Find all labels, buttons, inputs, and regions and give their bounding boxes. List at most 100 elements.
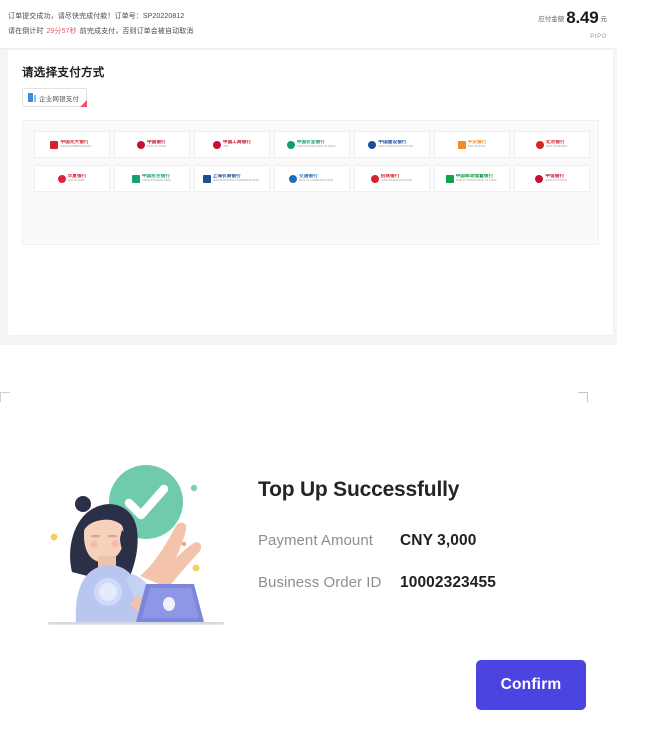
bank-option[interactable]: 中国工商银行 ICBC	[194, 131, 270, 158]
bank-name-block: 中国银行 BANK OF CHINA	[147, 140, 167, 149]
bank-name-cn: 中国邮政储蓄银行	[455, 174, 494, 179]
bank-logo-icon	[289, 174, 298, 183]
bank-option[interactable]: 中国邮政储蓄银行 POSTAL SAVINGS BANK OF CHINA	[434, 165, 510, 192]
bank-name-en: ICBC	[222, 145, 229, 149]
order-header: 订单提交成功，请尽快完成付款！订单号：SP20220812 请在倒计时 29分5…	[0, 0, 617, 49]
person-with-laptop-success-check-illustration	[36, 452, 236, 637]
bank-name-cn: 中国农业银行	[296, 140, 325, 145]
bank-name-block: 中国民生银行 CHINA MINSHENG BANK	[142, 174, 172, 183]
bank-name-block: 中信银行 CHINA CITIC BANK	[545, 174, 568, 183]
amount-line: 应付金额 8.49 元	[538, 8, 607, 28]
bank-name-block: 华夏银行 HUA XIA BANK	[68, 174, 87, 183]
bank-logo-icon	[445, 174, 454, 183]
order-number-line: 订单提交成功，请尽快完成付款！订单号：SP20220812	[8, 13, 185, 20]
countdown-line: 请在倒计时 29分57秒 前完成支付，否则订单会被自动取消	[8, 24, 193, 39]
bank-name-cn: 交通银行	[299, 174, 318, 179]
countdown-prefix: 请在倒计时	[8, 28, 46, 35]
confirm-button[interactable]: Confirm	[476, 660, 586, 710]
payment-page: 订单提交成功，请尽快完成付款！订单号：SP20220812 请在倒计时 29分5…	[0, 0, 663, 350]
business-order-id-row: Business Order ID 10002323455	[258, 574, 618, 592]
bank-name-block: 北京银行 BANK OF BEIJING	[546, 140, 568, 149]
bank-name-en: HUA XIA BANK	[67, 179, 85, 183]
crop-corner-mark-right	[578, 392, 588, 402]
bank-name-en: BANK OF CHINA	[146, 145, 167, 149]
countdown-suffix: 前完成支付，否则订单会被自动取消	[77, 28, 194, 35]
bank-option[interactable]: 中国银行 BANK OF CHINA	[114, 131, 190, 158]
bank-name-block: 招商银行 CHINA MERCHANTS BANK	[381, 174, 414, 183]
bank-grid[interactable]: 中国光大银行 CHINA EVERBRIGHT BANK 中国银行 BANK OF C…	[34, 131, 590, 192]
bank-name-cn: 中国民生银行	[141, 174, 171, 179]
bank-name-cn: 平安银行	[467, 140, 487, 145]
bank-name-cn: 中信银行	[545, 174, 565, 179]
bank-name-cn: 北京银行	[545, 140, 565, 145]
bank-name-block: 交通银行 BANK OF COMMUNICATIONS	[299, 174, 335, 183]
bank-option[interactable]: 中国民生银行 CHINA MINSHENG BANK	[114, 165, 190, 192]
bank-name-en: AGRICULTURAL BANK OF CHINA	[296, 145, 336, 149]
bank-name-cn: 上海农商银行	[212, 174, 241, 179]
payment-amount-value: CNY 3,000	[400, 532, 477, 549]
bank-name-cn: 中国光大银行	[60, 140, 89, 145]
bank-logo-icon	[535, 174, 544, 183]
bank-logo-icon	[368, 140, 377, 149]
bank-name-cn: 中国银行	[146, 140, 166, 145]
order-amount-block: 应付金额 8.49 元 PIPO	[538, 8, 607, 40]
tab-label: 企业网银支付	[39, 95, 80, 103]
bank-logo-icon	[57, 174, 66, 183]
payment-amount-label: Payment Amount	[258, 532, 373, 549]
bank-logo-icon	[202, 174, 211, 183]
bank-name-block: 中国农业银行 AGRICULTURAL BANK OF CHINA	[297, 140, 337, 149]
bank-logo-icon	[50, 140, 59, 149]
bank-card-icon	[28, 93, 36, 102]
bank-name-block: 中国光大银行 CHINA EVERBRIGHT BANK	[60, 140, 93, 149]
bank-logo-icon	[457, 140, 466, 149]
bank-name-en: CHINA CITIC BANK	[545, 179, 568, 183]
page-title: 请选择支付方式	[22, 67, 105, 79]
bank-name-en: PING AN BANK	[467, 145, 485, 149]
success-title: Top Up Successfully	[258, 478, 460, 501]
bank-logo-icon	[136, 140, 145, 149]
bank-name-cn: 中国工商银行	[222, 140, 252, 145]
bank-option[interactable]: 中国光大银行 CHINA EVERBRIGHT BANK	[34, 131, 110, 158]
bank-option[interactable]: 中信银行 CHINA CITIC BANK	[514, 165, 590, 192]
business-order-id-label: Business Order ID	[258, 574, 382, 591]
page-separator-gap	[0, 350, 663, 380]
bank-name-en: BANK OF BEIJING	[545, 145, 567, 149]
bank-logo-icon	[131, 174, 140, 183]
payment-amount-row: Payment Amount CNY 3,000	[258, 532, 618, 550]
bank-option[interactable]: 中国农业银行 AGRICULTURAL BANK OF CHINA	[274, 131, 350, 158]
countdown-timer: 29分57秒	[46, 28, 77, 35]
bank-name-en: SHANGHAI RURAL COMMERCIAL BANK	[212, 179, 259, 183]
bank-option[interactable]: 平安银行 PING AN BANK	[434, 131, 510, 158]
bank-name-cn: 华夏银行	[67, 174, 87, 179]
bank-name-cn: 中国建设银行	[378, 140, 407, 145]
bank-option[interactable]: 华夏银行 HUA XIA BANK	[34, 165, 110, 192]
bank-name-block: 中国邮政储蓄银行 POSTAL SAVINGS BANK OF CHINA	[456, 174, 499, 183]
bank-name-en: CHINA EVERBRIGHT BANK	[60, 145, 92, 149]
bank-option[interactable]: 中国建设银行 CHINA CONSTRUCTION BANK	[354, 131, 430, 158]
bank-logo-icon	[286, 140, 295, 149]
bank-option[interactable]: 交通银行 BANK OF COMMUNICATIONS	[274, 165, 350, 192]
bank-name-block: 平安银行 PING AN BANK	[468, 140, 487, 149]
bank-name-en: CHINA MERCHANTS BANK	[380, 179, 412, 183]
bank-name-en: BANK OF COMMUNICATIONS	[299, 179, 334, 183]
bank-name-block: 中国建设银行 CHINA CONSTRUCTION BANK	[378, 140, 415, 149]
amount-label: 应付金额	[538, 16, 565, 23]
bank-option[interactable]: 上海农商银行 SHANGHAI RURAL COMMERCIAL BANK	[194, 165, 270, 192]
payment-method-card: 请选择支付方式 企业网银支付 中国光大银行 CHINA EVERBRIGHT BA…	[8, 50, 613, 335]
brand-logo-text: PIPO	[590, 34, 607, 40]
crop-corner-mark-left	[0, 392, 10, 402]
bank-logo-icon	[212, 140, 221, 149]
amount-currency-unit: 元	[600, 16, 608, 23]
payment-method-tabs: 企业网银支付	[22, 88, 88, 107]
business-order-id-value: 10002323455	[400, 574, 496, 591]
bank-name-en: CHINA CONSTRUCTION BANK	[378, 145, 414, 149]
amount-value: 8.49	[566, 8, 599, 27]
success-text-block: Top Up Successfully Payment Amount CNY 3…	[258, 478, 618, 616]
bank-name-block: 上海农商银行 SHANGHAI RURAL COMMERCIAL BANK	[213, 174, 262, 183]
order-header-info: 订单提交成功，请尽快完成付款！订单号：SP20220812 请在倒计时 29分5…	[8, 9, 193, 39]
bank-option[interactable]: 北京银行 BANK OF BEIJING	[514, 131, 590, 158]
bank-logo-icon	[370, 174, 379, 183]
bank-option[interactable]: 招商银行 CHINA MERCHANTS BANK	[354, 165, 430, 192]
bank-list-panel: 中国光大银行 CHINA EVERBRIGHT BANK 中国银行 BANK OF C…	[22, 120, 599, 245]
tab-enterprise-online-banking[interactable]: 企业网银支付	[22, 88, 88, 107]
